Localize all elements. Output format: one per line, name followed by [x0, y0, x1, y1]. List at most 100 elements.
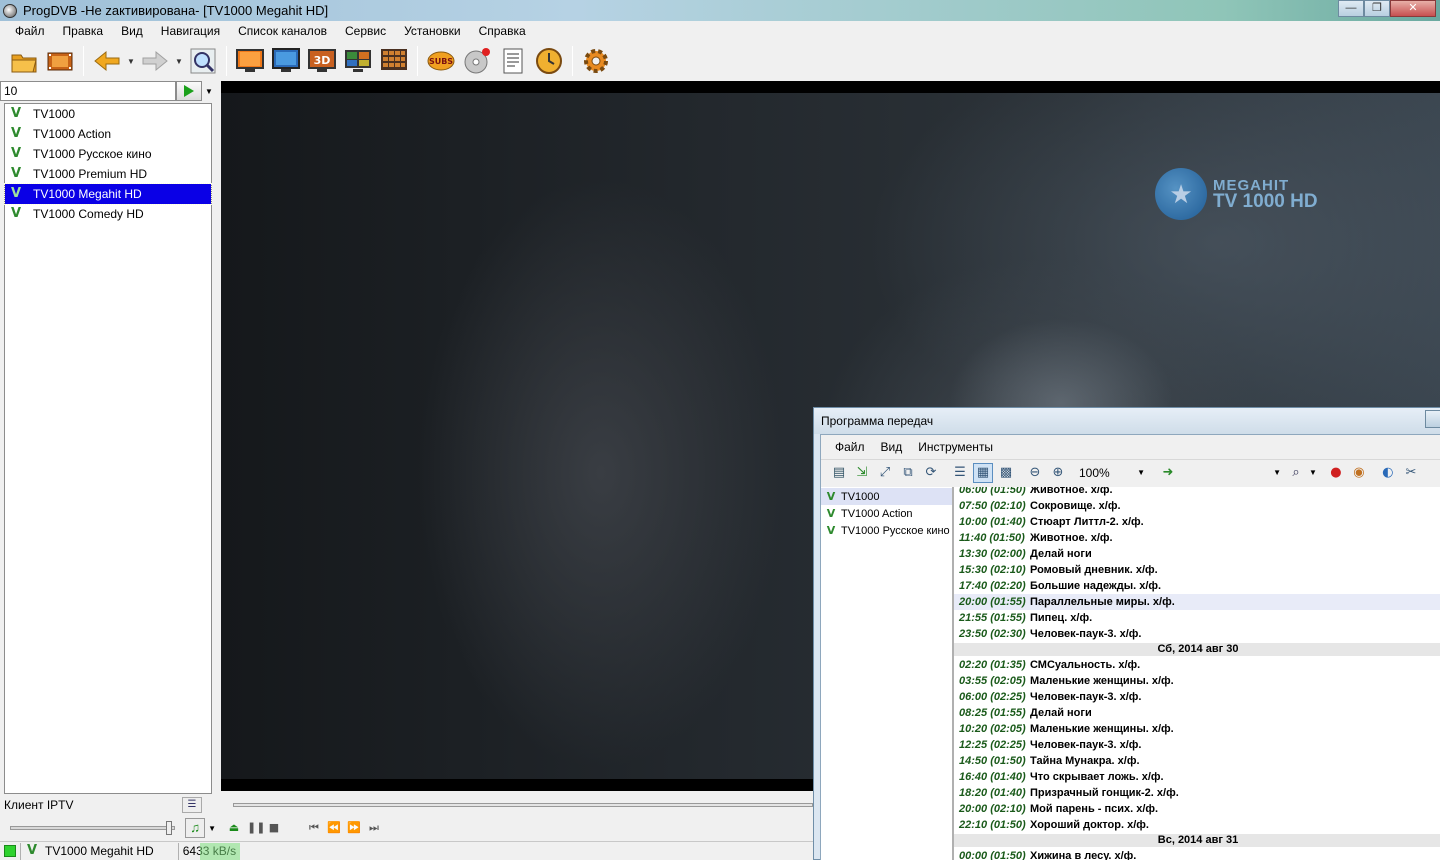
tv-screen-icon[interactable] — [234, 45, 266, 77]
menu-settings[interactable]: Установки — [395, 24, 469, 38]
epg-program-row[interactable]: 23:50 (02:30) Человек-паук-3. х/ф. — [954, 626, 1440, 642]
link-icon[interactable]: ⤢ — [875, 463, 895, 483]
volume-thumb[interactable] — [166, 821, 172, 835]
epg-program-row[interactable]: 20:00 (01:55) Параллельные миры. х/ф. — [954, 594, 1440, 610]
epg-program-row[interactable]: 20:00 (02:10) Мой парень - псих. х/ф. — [954, 801, 1440, 817]
epg-program-row[interactable]: 22:10 (01:50) Хороший доктор. х/ф. — [954, 817, 1440, 833]
menu-file[interactable]: Файл — [6, 24, 54, 38]
fast-forward-icon[interactable]: ⏩ — [347, 821, 361, 835]
grid-view-icon[interactable]: ▩ — [996, 463, 1016, 483]
film-strip-icon[interactable] — [44, 45, 76, 77]
epg-channel-item[interactable]: V TV1000 Action — [821, 505, 952, 522]
audio-dropdown-icon[interactable]: ▼ — [205, 818, 219, 838]
epg-title-bar[interactable]: Программа передач — [814, 408, 1440, 434]
epg-program-row[interactable]: 02:20 (01:35) СМСуальность. х/ф. — [954, 657, 1440, 673]
epg-program-row[interactable]: 10:00 (01:40) Стюарт Литтл-2. х/ф. — [954, 514, 1440, 530]
epg-maximize-button[interactable] — [1425, 410, 1440, 428]
epg-program-row[interactable]: 21:55 (01:55) Пипец. х/ф. — [954, 610, 1440, 626]
notes-icon[interactable] — [497, 45, 529, 77]
detail-view-icon[interactable]: ▦ — [973, 462, 993, 483]
go-icon[interactable]: ➜ — [1158, 463, 1178, 483]
maximize-button[interactable]: ❐ — [1364, 0, 1390, 17]
epg-program-row[interactable]: 06:00 (02:25) Человек-паук-3. х/ф. — [954, 689, 1440, 705]
audio-track-icon[interactable]: ♫ — [185, 818, 206, 838]
menu-help[interactable]: Справка — [470, 24, 535, 38]
epg-program-row[interactable]: 17:40 (02:20) Большие надежды. х/ф. — [954, 578, 1440, 594]
list-view-icon[interactable]: ☰ — [950, 463, 970, 483]
app-icon[interactable] — [3, 3, 17, 18]
zoom-out-icon[interactable]: ⊖ — [1025, 463, 1045, 483]
refresh-icon[interactable]: ⟳ — [921, 463, 941, 483]
epg-program-row[interactable]: 18:20 (01:40) Призрачный гонщик-2. х/ф. — [954, 785, 1440, 801]
disc-record-icon[interactable] — [461, 45, 493, 77]
skip-forward-icon[interactable]: ⏭ — [367, 821, 381, 835]
stop-icon[interactable]: ■ — [267, 821, 281, 835]
skip-back-icon[interactable]: ⏮ — [307, 821, 321, 835]
rewind-icon[interactable]: ⏪ — [327, 821, 341, 835]
menu-channel-list[interactable]: Список каналов — [229, 24, 336, 38]
epg-program-row[interactable]: 15:30 (02:10) Ромовый дневник. х/ф. — [954, 562, 1440, 578]
epg-menu-tools[interactable]: Инструменты — [910, 440, 1001, 454]
minimize-button[interactable]: — — [1338, 0, 1364, 17]
menu-navigation[interactable]: Навигация — [152, 24, 229, 38]
play-dropdown-icon[interactable]: ▼ — [202, 81, 216, 101]
record-icon[interactable]: ● — [1326, 463, 1346, 483]
binoculars-icon[interactable]: ⌕ — [1286, 463, 1306, 483]
epg-menu-view[interactable]: Вид — [873, 440, 911, 454]
epg-program-row[interactable]: 00:00 (01:50) Хижина в лесу. х/ф. — [954, 848, 1440, 860]
print-icon[interactable]: ▤ — [829, 463, 849, 483]
channel-item[interactable]: V TV1000 Comedy HD — [5, 204, 211, 224]
list-view-icon[interactable]: ☰ — [182, 797, 202, 813]
forward-arrow-icon[interactable] — [139, 45, 171, 77]
import-icon[interactable]: ⇲ — [852, 463, 872, 483]
channel-item[interactable]: V TV1000 — [5, 104, 211, 124]
epg-window[interactable]: Программа передач Файл Вид Инструменты ▤… — [813, 407, 1440, 860]
channel-item[interactable]: V TV1000 Русское кино — [5, 144, 211, 164]
epg-program-row[interactable]: 08:25 (01:55) Делай ноги — [954, 705, 1440, 721]
tools-icon[interactable]: ✂ — [1401, 463, 1421, 483]
monitor-icon[interactable] — [270, 45, 302, 77]
channel-item[interactable]: V TV1000 Action — [5, 124, 211, 144]
epg-program-row[interactable]: 07:50 (02:10) Сокровище. х/ф. — [954, 498, 1440, 514]
back-arrow-icon[interactable] — [91, 45, 123, 77]
forward-dropdown-icon[interactable]: ▼ — [175, 57, 183, 66]
epg-search-combo[interactable]: ▼ — [1181, 463, 1283, 483]
schedule-icon[interactable]: ◉ — [1349, 463, 1369, 483]
epg-program-row[interactable]: 11:40 (01:50) Животное. х/ф. — [954, 530, 1440, 546]
channel-search-input[interactable] — [0, 81, 176, 101]
epg-program-row[interactable]: 10:20 (02:05) Маленькие женщины. х/ф. — [954, 721, 1440, 737]
search-scan-icon[interactable] — [187, 45, 219, 77]
epg-program-row[interactable]: 16:40 (01:40) Что скрывает ложь. х/ф. — [954, 769, 1440, 785]
channel-item[interactable]: V TV1000 Premium HD — [5, 164, 211, 184]
copy-icon[interactable]: ⧉ — [898, 463, 918, 483]
back-dropdown-icon[interactable]: ▼ — [127, 57, 135, 66]
title-bar[interactable]: ProgDVB -Не zактивирована- [TV1000 Megah… — [0, 0, 1440, 21]
subs-icon[interactable]: SUBS — [425, 45, 457, 77]
clock-icon[interactable] — [533, 45, 565, 77]
eject-icon[interactable]: ⏏ — [227, 821, 241, 835]
volume-slider[interactable] — [10, 821, 176, 835]
menu-service[interactable]: Сервис — [336, 24, 395, 38]
grid-icon[interactable] — [378, 45, 410, 77]
close-button[interactable]: ✕ — [1390, 0, 1436, 17]
epg-channel-item-selected[interactable]: V TV1000 — [821, 488, 952, 505]
epg-program-row[interactable]: 03:55 (02:05) Маленькие женщины. х/ф. — [954, 673, 1440, 689]
pause-icon[interactable]: ❚❚ — [247, 821, 265, 835]
mosaic-icon[interactable] — [342, 45, 374, 77]
channel-item-selected[interactable]: V TV1000 Megahit HD — [4, 183, 212, 205]
epg-program-row[interactable]: 12:25 (02:25) Человек-паук-3. х/ф. — [954, 737, 1440, 753]
menu-edit[interactable]: Правка — [54, 24, 113, 38]
binoculars-dropdown-icon[interactable]: ▼ — [1309, 468, 1317, 477]
3d-icon[interactable]: 3D — [306, 45, 338, 77]
seek-bar[interactable] — [233, 803, 813, 807]
play-button[interactable] — [176, 81, 202, 101]
epg-program-row[interactable]: 13:30 (02:00) Делай ноги — [954, 546, 1440, 562]
epg-channel-item[interactable]: V TV1000 Русское кино — [821, 522, 952, 539]
settings-gear-icon[interactable] — [580, 45, 612, 77]
zoom-select[interactable]: 100% ▼ — [1075, 463, 1149, 483]
epg-menu-file[interactable]: Файл — [827, 440, 873, 454]
epg-program-row[interactable]: 06:00 (01:50) Животное. х/ф. — [954, 487, 1440, 498]
menu-view[interactable]: Вид — [112, 24, 152, 38]
zoom-in-icon[interactable]: ⊕ — [1048, 463, 1068, 483]
open-folder-icon[interactable] — [8, 45, 40, 77]
